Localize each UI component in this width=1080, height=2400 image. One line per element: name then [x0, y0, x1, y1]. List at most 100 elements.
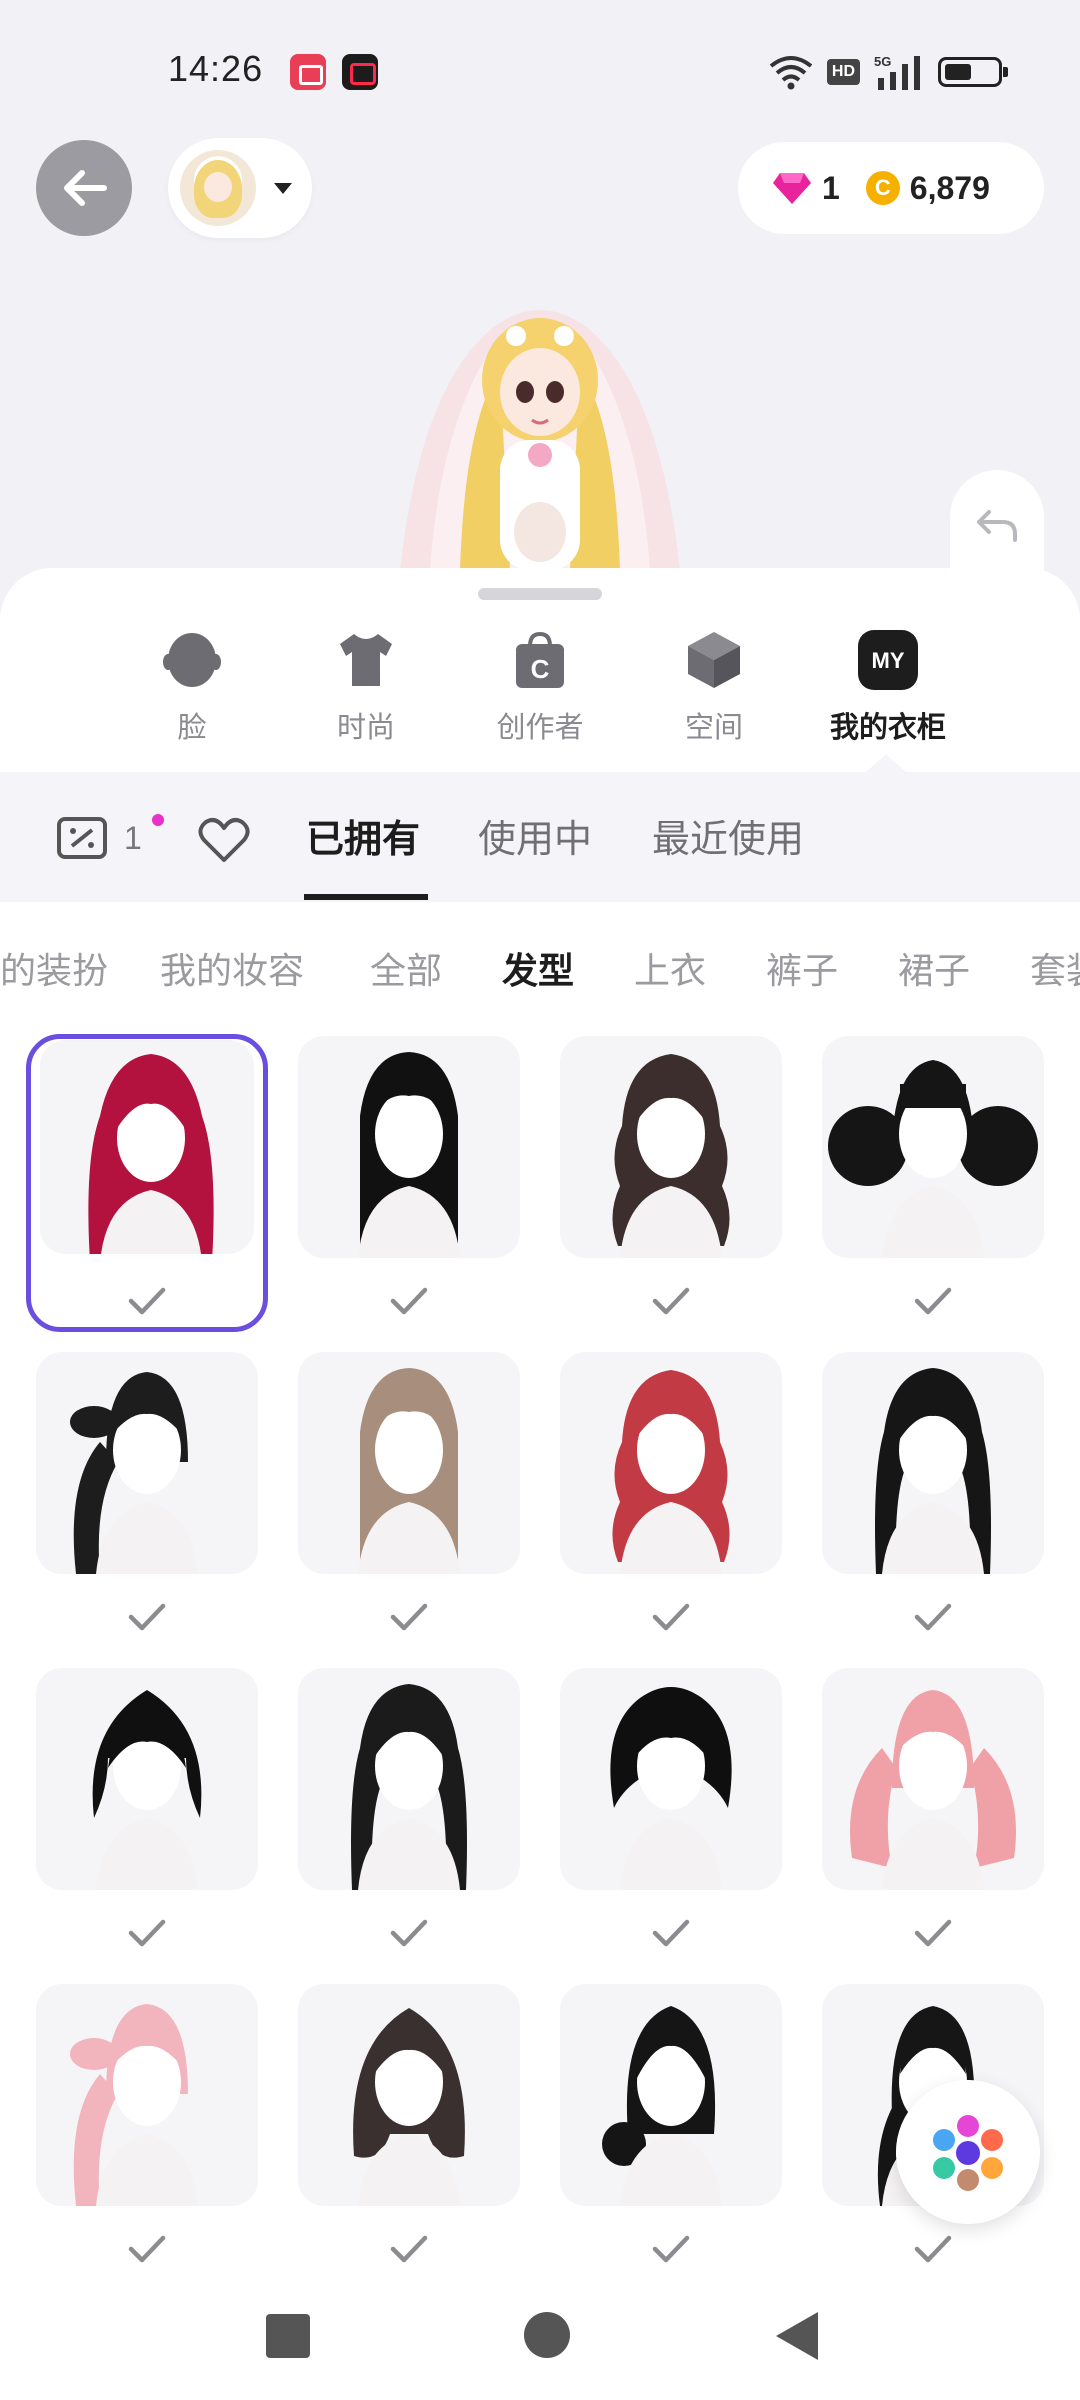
- hairstyle-item[interactable]: [298, 1668, 520, 1948]
- status-bar: 14:26 HD 5G: [0, 0, 1080, 140]
- owned-check-icon: [914, 1919, 952, 1947]
- coin-icon: C: [865, 171, 900, 205]
- hairstyle-thumbnail-black-medium-hair: [298, 1668, 520, 1890]
- hairstyle-thumbnail-pink-twintails: [822, 1668, 1044, 1890]
- avatar: [180, 150, 256, 226]
- hairstyle-grid: [0, 1034, 1080, 2266]
- owned-check-icon: [914, 1287, 952, 1315]
- tab-owned[interactable]: 已拥有: [306, 808, 420, 863]
- owned-check-icon: [914, 2235, 952, 2263]
- sub-tab-my-outfits[interactable]: 我的装扮: [0, 942, 108, 994]
- owned-check-icon: [652, 2235, 690, 2263]
- notification-dot: [152, 814, 164, 826]
- hairstyle-item[interactable]: [822, 1036, 1044, 1316]
- my-wardrobe-icon: MY: [858, 630, 918, 690]
- hairstyle-item[interactable]: [298, 1036, 520, 1316]
- sub-category-tabs: 我的装扮 我的妆容 全部 发型 上衣 裤子 裙子 套装: [0, 902, 1080, 1022]
- hd-badge: HD: [826, 59, 860, 85]
- tab-face-label: 脸: [177, 712, 207, 744]
- wifi-icon: [769, 56, 813, 90]
- sub-tab-sets[interactable]: 套装: [1030, 942, 1080, 994]
- owned-check-icon: [914, 1603, 952, 1631]
- hairstyle-item[interactable]: [298, 1352, 520, 1632]
- sub-tab-tops[interactable]: 上衣: [634, 942, 706, 994]
- coupon-icon[interactable]: [56, 816, 108, 860]
- sub-tab-all[interactable]: 全部: [370, 942, 442, 994]
- coupon-count: 1: [124, 820, 142, 856]
- system-navigation-bar: [0, 2266, 1080, 2400]
- heart-icon[interactable]: [198, 816, 250, 864]
- video-app-icon: [342, 54, 378, 90]
- hairstyle-thumbnail-black-short-shag: [36, 1668, 258, 1890]
- home-button[interactable]: [524, 2312, 570, 2358]
- recent-apps-button[interactable]: [266, 2314, 310, 2358]
- signal-icon: 5G: [874, 54, 920, 90]
- face-icon: [163, 633, 221, 687]
- currency-balance[interactable]: 1 C 6,879: [738, 142, 1044, 234]
- owned-check-icon: [390, 1919, 428, 1947]
- hairstyle-thumbnail-black-layered-hair: [822, 1352, 1044, 1574]
- hairstyle-thumbnail-red-wavy-hair: [560, 1352, 782, 1574]
- hairstyle-thumbnail-red-long-hair: [40, 1040, 254, 1254]
- undo-button[interactable]: [950, 470, 1044, 580]
- hairstyle-item[interactable]: [26, 1034, 268, 1332]
- tab-space[interactable]: 空间: [644, 630, 784, 746]
- hairstyle-item[interactable]: [298, 1984, 520, 2264]
- owned-check-icon: [652, 1919, 690, 1947]
- avatar-selector[interactable]: [168, 138, 312, 238]
- owned-check-icon: [390, 1287, 428, 1315]
- owned-check-icon: [128, 2235, 166, 2263]
- hairstyle-thumbnail-black-low-bun: [560, 1984, 782, 2206]
- hairstyle-item[interactable]: [36, 1668, 258, 1948]
- hairstyle-thumbnail-brown-wavy-hair: [560, 1036, 782, 1258]
- gem-count: 1: [822, 169, 840, 206]
- hairstyle-item[interactable]: [36, 1352, 258, 1632]
- my-wardrobe-icon-text: MY: [872, 648, 905, 673]
- sub-tab-skirts[interactable]: 裙子: [898, 942, 970, 994]
- hairstyle-item[interactable]: [560, 1036, 782, 1316]
- filter-bar: 1 已拥有 使用中 最近使用: [0, 772, 1080, 902]
- owned-check-icon: [652, 1603, 690, 1631]
- system-indicators: HD 5G: [769, 50, 1008, 94]
- tab-in-use[interactable]: 使用中: [478, 808, 592, 863]
- hairstyle-thumbnail-dark-brown-bob: [298, 1984, 520, 2206]
- creator-bag-icon: C: [516, 631, 564, 688]
- hairstyle-item[interactable]: [560, 1984, 782, 2264]
- owned-check-icon: [128, 1603, 166, 1631]
- hairstyle-thumbnail-black-bow-ponytail: [36, 1352, 258, 1574]
- svg-text:C: C: [531, 654, 550, 684]
- sub-tab-my-makeup[interactable]: 我的妆容: [160, 942, 304, 994]
- character-preview[interactable]: [360, 270, 720, 570]
- owned-check-icon: [390, 1603, 428, 1631]
- owned-check-icon: [128, 1919, 166, 1947]
- active-tab-pointer: [866, 754, 906, 772]
- owned-check-icon: [652, 1287, 690, 1315]
- tab-my-wardrobe[interactable]: MY 我的衣柜: [818, 630, 958, 746]
- network-type: 5G: [874, 54, 891, 69]
- hairstyle-thumbnail-pink-side-ponytail: [36, 1984, 258, 2206]
- hairstyle-item[interactable]: [560, 1352, 782, 1632]
- arrow-left-icon: [64, 170, 107, 206]
- sub-tab-hairstyle[interactable]: 发型: [502, 942, 574, 994]
- hairstyle-item[interactable]: [822, 1668, 1044, 1948]
- back-button[interactable]: [36, 140, 132, 236]
- owned-check-icon: [128, 1287, 166, 1315]
- battery-icon: [938, 57, 1008, 87]
- sub-tab-pants[interactable]: 裤子: [766, 942, 838, 994]
- hairstyle-thumbnail-black-curly-twintails: [822, 1036, 1044, 1258]
- system-back-button[interactable]: [776, 2312, 818, 2360]
- hairstyle-thumbnail-black-straight-long-hair: [298, 1036, 520, 1258]
- coin-count: 6,879: [909, 169, 990, 206]
- hairstyle-thumbnail-black-messy-short-hair: [560, 1668, 782, 1890]
- status-time: 14:26: [168, 48, 264, 89]
- color-palette-button[interactable]: [896, 2080, 1040, 2224]
- tab-face[interactable]: 脸: [122, 630, 262, 746]
- tab-fashion[interactable]: 时尚: [296, 630, 436, 746]
- tab-recently-used[interactable]: 最近使用: [652, 808, 804, 863]
- hairstyle-item[interactable]: [560, 1668, 782, 1948]
- hairstyle-item[interactable]: [36, 1984, 258, 2264]
- tab-creator[interactable]: C 创作者: [470, 630, 610, 746]
- owned-check-icon: [390, 2235, 428, 2263]
- drag-handle[interactable]: [478, 588, 602, 600]
- hairstyle-item[interactable]: [822, 1352, 1044, 1632]
